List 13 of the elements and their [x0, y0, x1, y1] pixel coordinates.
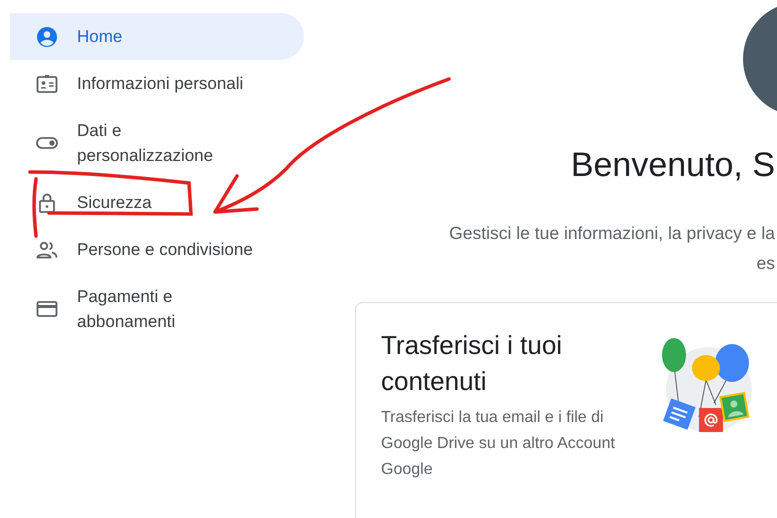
sidebar-item[interactable]: Home: [10, 13, 304, 60]
card-description: Trasferisci la tua email e i file di Google Drive su un altro Account Google: [381, 408, 616, 480]
card-title: Trasferisci i tuoi contenuti: [381, 329, 564, 398]
subtitle-text: es: [756, 252, 775, 275]
subtitle-text: Gestisci le tue informazioni, la privacy e la: [449, 222, 775, 245]
sidebar-item[interactable]: Dati e personalizzazione: [10, 107, 268, 179]
sidebar-item[interactable]: Informazioni personali: [10, 60, 250, 107]
account-icon: [35, 24, 59, 48]
sidebar-item[interactable]: Sicurezza: [10, 179, 158, 226]
sidebar-item[interactable]: Pagamenti e abbonamenti: [10, 273, 268, 345]
welcome-title: Benvenuto, S: [570, 146, 775, 185]
sidebar-item[interactable]: Persone e condivisione: [10, 226, 259, 273]
transfer-card[interactable]: Trasferisci i tuoi contenuti Trasferisci la tua email e i file di Google Drive su un altro Account Google: [355, 302, 777, 518]
